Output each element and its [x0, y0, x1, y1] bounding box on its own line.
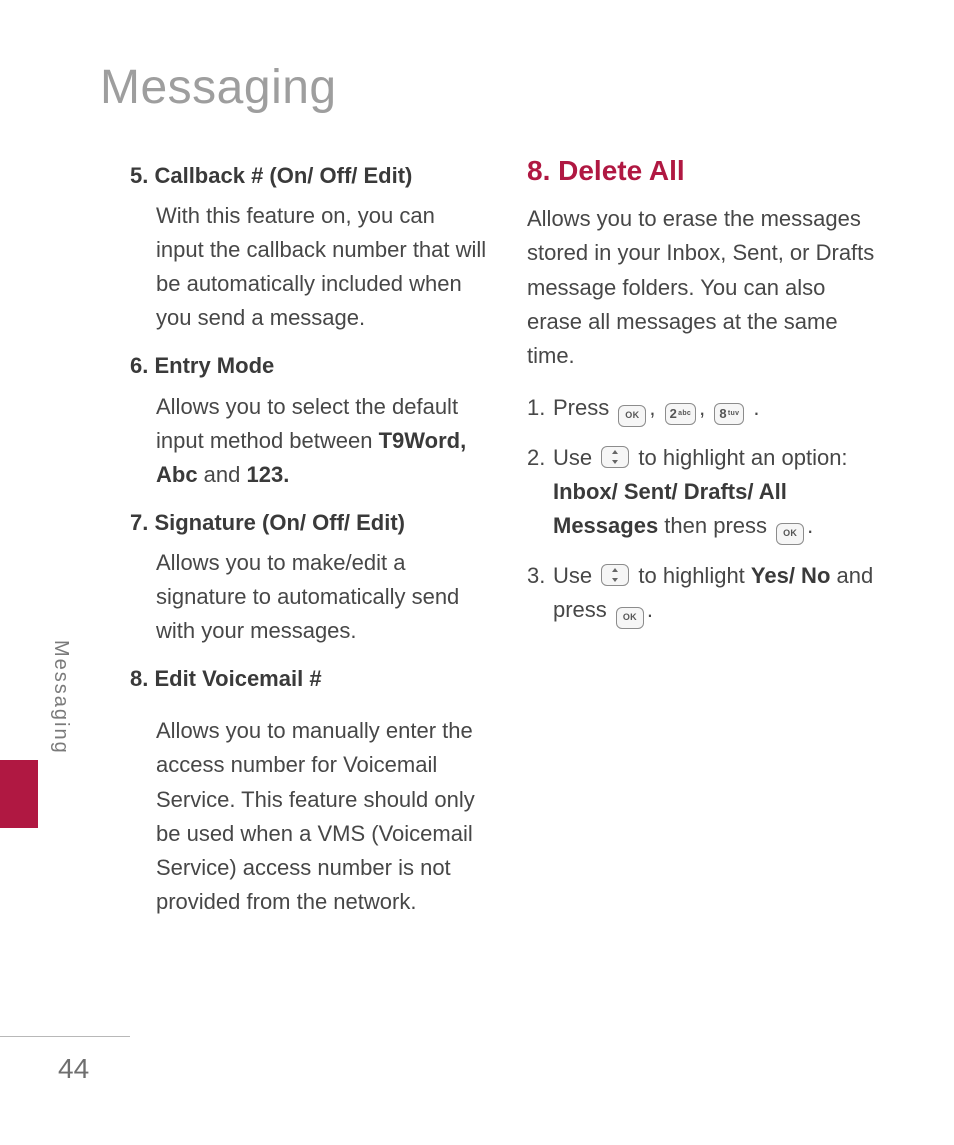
step-3: 3. Use to highlight Yes/ No and press . [527, 559, 884, 629]
footer-rule [0, 1036, 130, 1037]
chapter-title: Messaging [100, 60, 884, 115]
step-body: Press , 2abc, 8tuv . [553, 391, 884, 427]
text: Use [553, 563, 598, 588]
item-5-body: With this feature on, you can input the … [156, 199, 487, 335]
item-6-body: Allows you to select the default input m… [156, 390, 487, 492]
ok-key-icon [616, 607, 644, 629]
text: then press [658, 513, 773, 538]
text: Press [553, 395, 615, 420]
text: Use [553, 445, 598, 470]
text: . [647, 597, 653, 622]
item-7-body: Allows you to make/edit a signature to a… [156, 546, 487, 648]
step-number: 3. [527, 559, 553, 593]
text: to highlight an option: [638, 445, 847, 470]
comma: , [649, 395, 661, 420]
left-column: 5. Callback # (On/ Off/ Edit) With this … [130, 145, 487, 929]
nav-key-icon [601, 446, 629, 468]
item-8-title: 8. Edit Voicemail # [130, 662, 487, 696]
text: . [807, 513, 813, 538]
text: to highlight [638, 563, 751, 588]
side-tab-label: Messaging [49, 640, 72, 755]
thumb-tab [0, 760, 38, 828]
key-8-icon: 8tuv [714, 403, 744, 425]
content-columns: 5. Callback # (On/ Off/ Edit) With this … [130, 145, 884, 929]
item-5-title: 5. Callback # (On/ Off/ Edit) [130, 159, 487, 193]
right-column: 8. Delete All Allows you to erase the me… [527, 145, 884, 929]
nav-key-icon [601, 564, 629, 586]
item-6-title: 6. Entry Mode [130, 349, 487, 383]
text: . [753, 395, 759, 420]
text: and [198, 462, 247, 487]
manual-page: Messaging 5. Callback # (On/ Off/ Edit) … [0, 0, 954, 1145]
item-8-body: Allows you to manually enter the access … [156, 714, 487, 919]
ok-key-icon [618, 405, 646, 427]
step-body: Use to highlight an option: Inbox/ Sent/… [553, 441, 884, 545]
section-heading-delete-all: 8. Delete All [527, 149, 884, 192]
comma: , [699, 395, 711, 420]
page-number: 44 [58, 1053, 89, 1085]
ok-key-icon [776, 523, 804, 545]
delete-all-intro: Allows you to erase the messages stored … [527, 202, 884, 372]
step-number: 1. [527, 391, 553, 425]
step-number: 2. [527, 441, 553, 475]
step-body: Use to highlight Yes/ No and press . [553, 559, 884, 629]
item-7-title: 7. Signature (On/ Off/ Edit) [130, 506, 487, 540]
key-2-icon: 2abc [665, 403, 697, 425]
bold-text: 123. [247, 462, 290, 487]
step-1: 1. Press , 2abc, 8tuv . [527, 391, 884, 427]
step-2: 2. Use to highlight an option: Inbox/ Se… [527, 441, 884, 545]
bold-text: Yes/ No [751, 563, 830, 588]
